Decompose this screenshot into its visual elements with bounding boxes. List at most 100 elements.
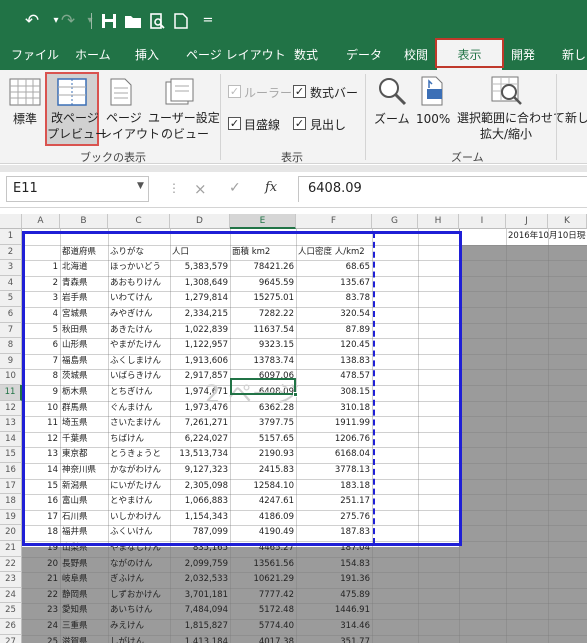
cell[interactable]: 1,279,814 — [170, 291, 230, 307]
cell[interactable]: 351.77 — [296, 635, 372, 643]
cell[interactable]: 5774.40 — [230, 619, 296, 635]
cell[interactable]: 10 — [22, 401, 60, 417]
cell[interactable]: 6168.04 — [296, 447, 372, 463]
zoom-to-selection-icon[interactable] — [491, 76, 523, 110]
cell[interactable]: 10621.29 — [230, 572, 296, 588]
cell[interactable]: 茨城県 — [60, 369, 108, 385]
page-layout-label-2[interactable]: レイアウト — [100, 127, 160, 142]
row-header-13[interactable]: 13 — [0, 416, 22, 432]
cell[interactable]: 11637.54 — [230, 323, 296, 339]
cell[interactable]: ぐんまけん — [108, 401, 170, 417]
row-header-19[interactable]: 19 — [0, 509, 22, 526]
custom-views-label-2[interactable]: のビュー — [161, 127, 209, 142]
cell[interactable]: 7777.42 — [230, 588, 296, 604]
redo-icon[interactable]: ↷ — [56, 8, 80, 34]
cell[interactable]: いわてけん — [108, 291, 170, 307]
cancel-icon[interactable]: × — [194, 180, 207, 198]
cell[interactable]: 22 — [22, 588, 60, 604]
cell[interactable]: 835,165 — [170, 541, 230, 557]
cell[interactable]: 都道府県 — [60, 245, 108, 261]
row-header-10[interactable]: 10 — [0, 369, 22, 385]
cell[interactable]: 新潟県 — [60, 479, 108, 495]
row-header-26[interactable]: 26 — [0, 619, 22, 635]
row-header-21[interactable]: 21 — [0, 541, 22, 557]
cell[interactable]: 7 — [22, 354, 60, 370]
cell[interactable]: 20 — [22, 557, 60, 573]
normal-view-label[interactable]: 標準 — [13, 112, 37, 127]
cell[interactable]: 1,122,957 — [170, 338, 230, 354]
cell[interactable]: ながのけん — [108, 557, 170, 573]
cell[interactable]: 24 — [22, 619, 60, 635]
cell[interactable]: 15275.01 — [230, 291, 296, 307]
cell[interactable]: 191.36 — [296, 572, 372, 588]
row-header-24[interactable]: 24 — [0, 587, 22, 604]
cell[interactable]: 13,513,734 — [170, 447, 230, 463]
cell[interactable]: 3 — [22, 291, 60, 307]
cell[interactable]: 5157.65 — [230, 432, 296, 448]
cell[interactable]: 2415.83 — [230, 463, 296, 479]
row-header-6[interactable]: 6 — [0, 307, 22, 323]
row-header-1[interactable]: 1 — [0, 229, 22, 245]
customize-toolbar-icon[interactable]: = — [196, 8, 220, 34]
name-box[interactable]: E11 — [6, 176, 149, 202]
cell[interactable]: 2 — [22, 276, 60, 292]
new-window-label[interactable]: 新しい — [565, 111, 587, 126]
cell[interactable]: 1446.91 — [296, 603, 372, 619]
cell[interactable]: しずおかけん — [108, 588, 170, 604]
cell[interactable]: 1,413,184 — [170, 635, 230, 643]
row-header-22[interactable]: 22 — [0, 556, 22, 573]
cell[interactable]: 187.83 — [296, 525, 372, 541]
row-header-18[interactable]: 18 — [0, 494, 22, 510]
cell[interactable]: 滋賀県 — [60, 635, 108, 643]
row-header-14[interactable]: 14 — [0, 431, 22, 448]
tab-data[interactable]: データ — [346, 40, 382, 70]
cell[interactable]: 宮城県 — [60, 307, 108, 323]
cell[interactable]: 4247.61 — [230, 494, 296, 510]
row-header-7[interactable]: 7 — [0, 322, 22, 339]
zoom-to-selection-label-1[interactable]: 選択範囲に合わせて — [457, 111, 565, 126]
cell[interactable]: 9 — [22, 385, 60, 401]
cell[interactable]: 3778.13 — [296, 463, 372, 479]
cell[interactable]: 19 — [22, 541, 60, 557]
formula-input[interactable]: 6408.09 — [298, 176, 587, 202]
cell[interactable]: 11 — [22, 416, 60, 432]
open-folder-icon[interactable] — [121, 8, 145, 34]
tab-page-layout[interactable]: ページ レイアウト — [186, 40, 286, 70]
cell[interactable]: 神奈川県 — [60, 463, 108, 479]
cell[interactable]: 68.65 — [296, 260, 372, 276]
cell[interactable]: 13561.56 — [230, 557, 296, 573]
gridlines-checkbox[interactable]: ✓ — [228, 117, 241, 130]
cell[interactable]: 25 — [22, 635, 60, 643]
tab-formulas[interactable]: 数式 — [294, 40, 318, 70]
zoom-100-label[interactable]: 100% — [416, 112, 450, 127]
cell[interactable]: 5 — [22, 323, 60, 339]
zoom-to-selection-label-2[interactable]: 拡大/縮小 — [480, 127, 532, 142]
cell[interactable]: 石川県 — [60, 510, 108, 526]
cell[interactable]: にいがたけん — [108, 479, 170, 495]
custom-views-label-1[interactable]: ユーザー設定 — [148, 111, 220, 126]
cell[interactable]: やまがたけん — [108, 338, 170, 354]
cell[interactable]: ぎふけん — [108, 572, 170, 588]
cell[interactable]: 2190.93 — [230, 447, 296, 463]
cell[interactable]: 83.78 — [296, 291, 372, 307]
undo-icon[interactable]: ↶ — [20, 8, 44, 34]
cell[interactable]: 岐阜県 — [60, 572, 108, 588]
cell[interactable]: 7,484,094 — [170, 603, 230, 619]
cell[interactable]: あおもりけん — [108, 276, 170, 292]
tab-insert[interactable]: 挿入 — [135, 40, 159, 70]
cell[interactable]: ふくいけん — [108, 525, 170, 541]
row-header-4[interactable]: 4 — [0, 275, 22, 292]
headings-checkbox[interactable]: ✓ — [293, 117, 306, 130]
cell[interactable]: 251.17 — [296, 494, 372, 510]
cell[interactable]: ちばけん — [108, 432, 170, 448]
cell[interactable]: 14 — [22, 463, 60, 479]
cell[interactable]: 2016年10月10日現在 — [506, 229, 586, 245]
row-header-25[interactable]: 25 — [0, 603, 22, 619]
cell[interactable]: 秋田県 — [60, 323, 108, 339]
row-header-23[interactable]: 23 — [0, 572, 22, 588]
enter-icon[interactable]: ✓ — [229, 180, 241, 196]
column-header-C[interactable]: C — [108, 214, 170, 229]
cell[interactable]: 314.46 — [296, 619, 372, 635]
insert-function-icon[interactable]: fx — [265, 180, 277, 195]
cell[interactable]: 1,815,827 — [170, 619, 230, 635]
